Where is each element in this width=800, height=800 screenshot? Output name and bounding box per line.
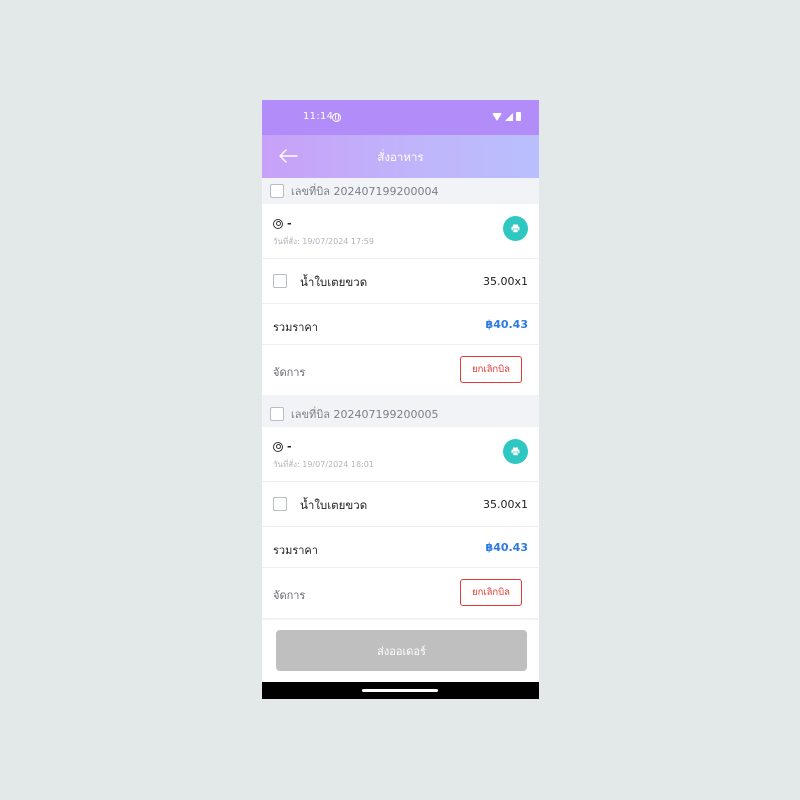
page-title: สั่งอาหาร [377,150,424,164]
phone-screen: 11:14 สั่งอาหาร เลขที่บิล 20240719920000… [262,100,539,699]
print-button[interactable] [503,216,528,241]
app-header: สั่งอาหาร [262,135,539,178]
bill-user-row: - วันที่สั่ง: 19/07/2024 18:01 [262,427,539,482]
bill-card: เลขที่บิล 202407199200005 - วันที่สั่ง: … [262,401,539,618]
order-date: วันที่สั่ง: 19/07/2024 17:59 [273,237,374,246]
manage-row: จัดการ ยกเลิกบิล [262,345,539,395]
footer-bar: ส่งออเดอร์ [262,620,539,682]
signal-icon [505,112,513,121]
bill-number: เลขที่บิล 202407199200004 [291,185,439,198]
total-row: รวมราคา ฿40.43 [262,304,539,345]
user-icon [273,219,283,229]
battery-icon [516,112,521,121]
item-checkbox[interactable] [273,497,287,511]
total-value: ฿40.43 [485,318,528,331]
item-checkbox[interactable] [273,274,287,288]
user-icon [273,442,283,452]
bill-checkbox[interactable] [270,407,284,421]
printer-icon [511,447,520,456]
total-label: รวมราคา [273,321,318,334]
cancel-bill-button[interactable]: ยกเลิกบิล [460,356,522,383]
order-item-row: น้ำใบเตยขวด 35.00x1 [262,482,539,527]
manage-label: จัดการ [273,366,306,379]
status-time: 11:14 [303,111,334,122]
total-label: รวมราคา [273,544,318,557]
total-value: ฿40.43 [485,541,528,554]
print-button[interactable] [503,439,528,464]
status-icons [492,112,521,121]
bill-card: เลขที่บิล 202407199200004 - วันที่สั่ง: … [262,178,539,395]
item-quantity: 35.00x1 [483,498,528,511]
submit-order-button[interactable]: ส่งออเดอร์ [276,630,527,671]
status-bar: 11:14 [262,100,539,135]
bill-list: เลขที่บิล 202407199200004 - วันที่สั่ง: … [262,178,539,618]
manage-row: จัดการ ยกเลิกบิล [262,568,539,618]
bill-number: เลขที่บิล 202407199200005 [291,408,439,421]
printer-icon [511,224,520,233]
bill-user-row: - วันที่สั่ง: 19/07/2024 17:59 [262,204,539,259]
home-indicator[interactable] [362,689,438,692]
wifi-icon [492,112,502,121]
order-date: วันที่สั่ง: 19/07/2024 18:01 [273,460,374,469]
user-name: - [287,217,292,230]
item-name: น้ำใบเตยขวด [300,498,368,512]
total-row: รวมราคา ฿40.43 [262,527,539,568]
globe-icon [332,113,341,122]
bill-header: เลขที่บิล 202407199200005 [262,401,539,427]
bill-header: เลขที่บิล 202407199200004 [262,178,539,204]
item-quantity: 35.00x1 [483,275,528,288]
user-name: - [287,440,292,453]
bill-checkbox[interactable] [270,184,284,198]
item-name: น้ำใบเตยขวด [300,275,368,289]
manage-label: จัดการ [273,589,306,602]
order-item-row: น้ำใบเตยขวด 35.00x1 [262,259,539,304]
system-nav-bar [262,682,539,699]
cancel-bill-button[interactable]: ยกเลิกบิล [460,579,522,606]
